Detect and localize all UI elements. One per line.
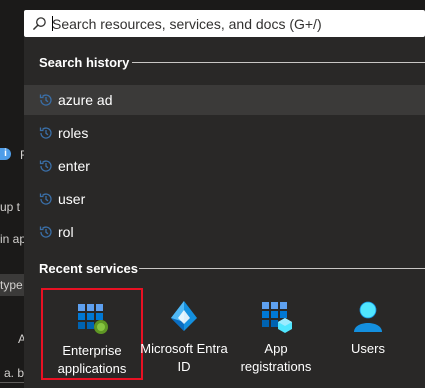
service-tile-label: Microsoft Entra ID (140, 341, 228, 374)
history-item[interactable]: enter (24, 151, 425, 181)
service-tile-label: Enterprise applications (57, 343, 127, 376)
history-item-label: rol (58, 224, 74, 240)
users-icon (354, 301, 382, 332)
service-tile-users[interactable]: Users (317, 288, 419, 380)
bg-text: type (0, 278, 23, 292)
search-input[interactable] (52, 13, 412, 34)
history-item-label: roles (58, 125, 89, 141)
history-item-label: user (58, 191, 86, 207)
entra-id-icon (171, 301, 197, 331)
history-item[interactable]: roles (24, 118, 425, 148)
history-item-label: azure ad (58, 92, 113, 108)
divider (139, 268, 425, 269)
history-icon (39, 160, 52, 172)
bg-text: up t (0, 200, 21, 214)
service-tile-label: Users (351, 341, 385, 356)
history-icon (39, 226, 52, 238)
app-registrations-icon (262, 302, 292, 333)
history-item[interactable]: rol (24, 217, 425, 247)
service-tile-label: App registrations (240, 341, 312, 374)
recent-services-heading: Recent services (39, 261, 139, 276)
search-history-heading: Search history (39, 55, 130, 70)
divider (0, 382, 24, 383)
service-tile-app-registrations[interactable]: App registrations (225, 288, 327, 380)
text-caret (52, 16, 53, 31)
service-tile-entra-id[interactable]: Microsoft Entra ID (133, 288, 235, 380)
search-dropdown: Search history azure ad roles enter user… (24, 37, 425, 388)
divider (132, 62, 425, 63)
bg-text: a. b (4, 366, 25, 380)
history-icon (39, 193, 52, 205)
background-page: i F up t in ap type A a. b (0, 0, 27, 388)
enterprise-apps-icon (78, 304, 108, 334)
search-bar[interactable] (24, 10, 425, 37)
history-icon (39, 94, 52, 106)
history-item[interactable]: azure ad (24, 85, 425, 115)
history-item-label: enter (58, 158, 90, 174)
history-item[interactable]: user (24, 184, 425, 214)
bg-text: in ap (0, 232, 27, 246)
history-icon (39, 127, 52, 139)
service-tile-enterprise-applications[interactable]: Enterprise applications (41, 288, 143, 380)
search-icon (33, 17, 46, 30)
info-icon: i (0, 148, 11, 160)
